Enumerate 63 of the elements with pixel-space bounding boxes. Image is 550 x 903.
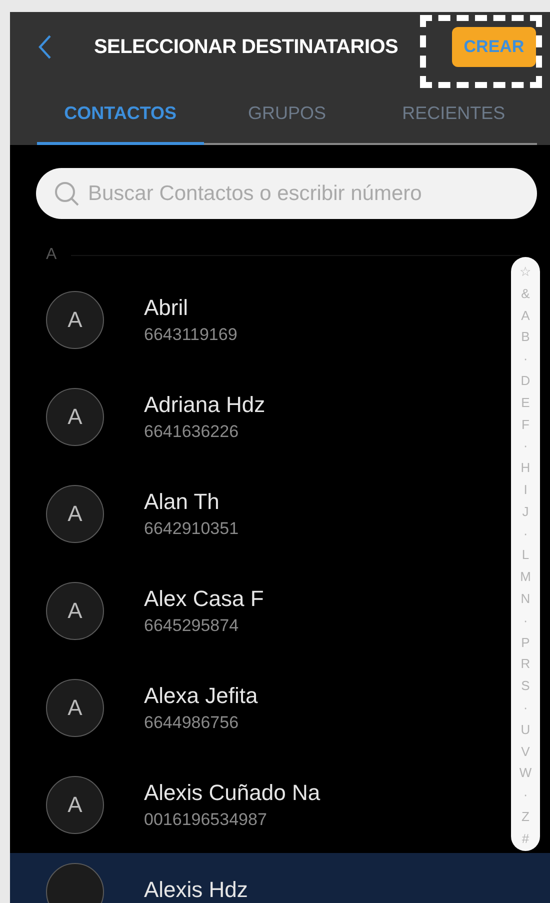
index-letter[interactable]: E [521,396,530,409]
contact-avatar: A [46,582,104,640]
index-letter[interactable]: U [520,722,530,736]
contact-avatar: A [46,776,104,834]
tab[interactable]: RECIENTES [370,82,538,145]
contact-row[interactable]: A Alex Casa F 6645295874 [10,562,500,659]
search-field[interactable]: Buscar Contactos o escribir número [36,168,537,219]
contact-avatar: A [46,388,104,446]
contact-name: Alan Th [144,488,220,514]
contact-row[interactable]: A Adriana Hdz 6641636226 [10,368,500,465]
search-icon [54,180,80,206]
contact-name: Alexis Cuñado Na [144,780,320,806]
index-letter[interactable]: M [520,570,531,584]
index-letter[interactable]: & [521,286,530,300]
contact-phone: 0016196534987 [144,810,268,830]
index-letter[interactable]: ☆ [520,265,532,278]
contact-phone: 6641636226 [144,422,240,442]
index-letter[interactable]: S [521,679,530,692]
index-letter[interactable]: · [523,352,528,366]
contact-row[interactable]: A Abril 6643119169 [10,271,500,368]
index-letter[interactable]: I [524,482,528,496]
index-letter[interactable]: V [521,744,530,758]
contact-avatar: A [46,484,104,542]
index-letter[interactable]: F [522,418,530,431]
screen-title: SELECCIONAR DESTINATARIOS [94,36,399,58]
contact-phone: 6643119169 [144,324,238,344]
section-letter: A [46,246,57,264]
contact-phone: 6645295874 [144,616,240,636]
index-letter[interactable]: B [521,330,530,344]
index-letter[interactable]: · [523,614,528,627]
contact-name: Alexa Jefita [144,682,258,708]
index-letter[interactable]: J [522,504,529,518]
index-letter[interactable]: Z [522,810,530,823]
contact-row[interactable]: Alexis Hdz [10,853,550,903]
alphabet-index[interactable]: ☆ & A B · D E F · H I J · L M N · P R S · U V W · Z # [511,257,540,851]
index-letter[interactable]: · [523,439,528,452]
tab[interactable]: CONTACTOS [37,82,204,145]
index-letter[interactable]: A [521,308,530,322]
tab[interactable]: GRUPOS [204,82,370,145]
create-button[interactable]: CREAR [452,27,536,67]
index-letter[interactable]: N [520,592,530,605]
index-letter[interactable]: H [520,461,530,474]
index-letter[interactable]: · [523,526,528,540]
contact-row[interactable]: A Alexis Cuñado Na 0016196534987 [10,756,500,853]
contact-name: Abril [144,294,190,320]
contact-row[interactable]: A Alexa Jefita 6644986756 [10,659,500,756]
contact-name: Alex Casa F [144,586,264,612]
index-letter[interactable]: D [520,374,530,387]
index-letter[interactable]: # [522,832,530,845]
contact-name: Alexis Hdz [144,877,248,903]
index-letter[interactable]: P [521,636,530,649]
contact-phone: 6644986756 [144,712,240,732]
index-letter[interactable]: L [522,548,530,562]
index-letter[interactable]: W [519,766,532,780]
index-letter[interactable]: · [523,788,528,802]
contact-row[interactable]: A Alan Th 6642910351 [10,465,500,562]
index-letter[interactable]: · [523,700,528,714]
contact-avatar: A [46,290,104,348]
contact-name: Adriana Hdz [144,392,266,418]
contact-phone: 6642910351 [144,518,239,538]
search-input[interactable]: Buscar Contactos o escribir número [86,180,519,206]
contact-avatar: A [46,678,104,736]
index-letter[interactable]: R [520,657,530,670]
